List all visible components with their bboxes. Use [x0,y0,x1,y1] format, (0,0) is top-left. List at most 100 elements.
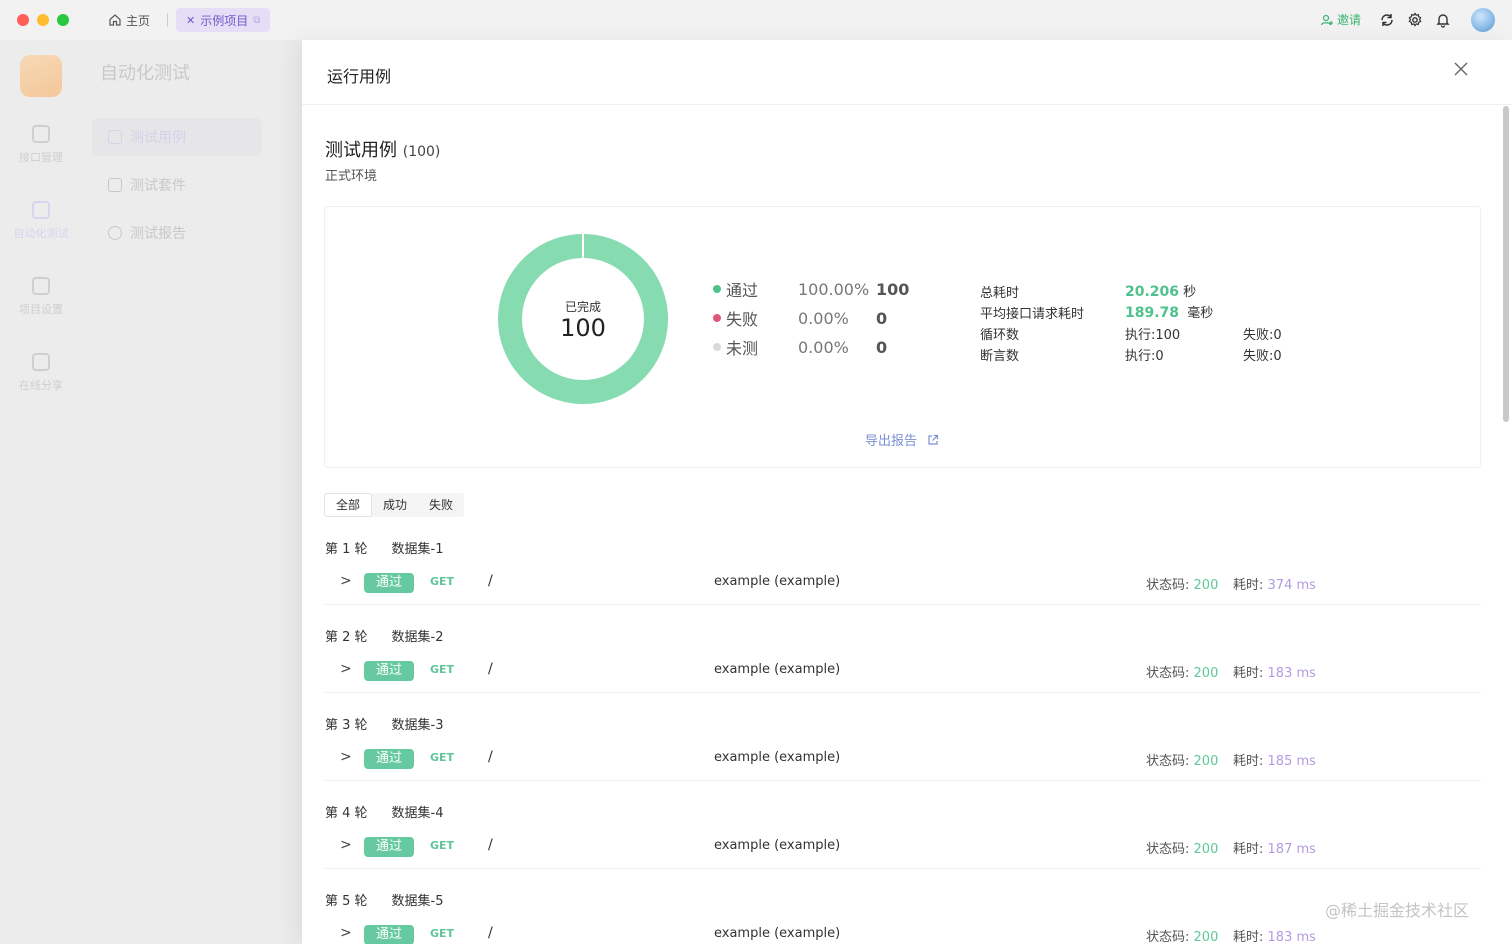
file-icon [108,130,122,144]
assert-fail: 失败:0 [1243,349,1282,364]
chevron-right-icon[interactable]: > [340,749,352,765]
rail-item-automation[interactable]: 自动化测试 [0,201,82,241]
loop-exec: 执行:100 [1125,328,1181,343]
sidebar-item-test-reports[interactable]: 测试报告 [92,214,262,252]
status-code: 状态码: 200 [1146,926,1218,944]
round-header: 第 1 轮 数据集-1 [325,538,444,557]
automation-icon [32,201,50,219]
request-path: / [488,837,493,853]
sidebar-item-test-suites[interactable]: 测试套件 [92,166,262,204]
round-number: 第 2 轮 [325,630,368,645]
close-tab-icon[interactable]: ✕ [186,14,195,27]
zoom-window-button[interactable] [57,14,69,26]
filter-failed[interactable]: 失败 [418,493,464,517]
rail-item-settings[interactable]: 项目设置 [0,277,82,317]
gear-icon[interactable] [1407,12,1423,28]
sync-icon[interactable] [1379,12,1395,28]
avatar[interactable] [1471,8,1495,32]
sidebar-item-label: 测试报告 [130,226,186,242]
request-path: / [488,573,493,589]
avg-time-label: 平均接口请求耗时 [980,307,1085,322]
legend-percent: 100.00% [798,279,870,299]
legend-name: 失败 [726,310,759,329]
round-number: 第 3 轮 [325,718,368,733]
http-method: GET [430,927,455,940]
drawer-header: 运行用例 [302,40,1512,105]
legend-name: 通过 [726,281,759,300]
home-tab[interactable]: 主页 [108,11,150,29]
close-icon [1454,62,1468,76]
chevron-right-icon[interactable]: > [340,573,352,589]
assert-exec: 执行:0 [1125,349,1164,364]
sidebar-item-test-cases[interactable]: 测试用例 [92,118,262,156]
minimize-window-button[interactable] [37,14,49,26]
elapsed-value: 183 ms [1267,930,1316,944]
invite-button[interactable]: 邀请 [1320,11,1361,28]
elapsed-value: 187 ms [1267,842,1316,857]
rail-item-label: 在线分享 [19,379,63,392]
api-icon [32,125,50,143]
untested-dot [713,343,721,351]
rail-item-label: 自动化测试 [13,227,69,240]
round-header: 第 2 轮 数据集-2 [325,626,444,645]
elapsed-label: 耗时: [1233,578,1264,593]
status-code-label: 状态码: [1146,754,1190,769]
case-row[interactable]: > 通过 GET / example (example) 状态码: 200 耗时… [324,649,1481,693]
sidebar-item-label: 测试用例 [130,130,186,146]
total-time-unit: 秒 [1183,285,1197,300]
section-title: 测试用例 (100) [325,136,440,162]
rail-item-label: 项目设置 [19,303,63,316]
http-method: GET [430,751,455,764]
case-row[interactable]: > 通过 GET / example (example) 状态码: 200 耗时… [324,825,1481,869]
elapsed-label: 耗时: [1233,754,1264,769]
chevron-right-icon[interactable]: > [340,837,352,853]
status-code-value: 200 [1193,754,1219,769]
scrollbar-thumb[interactable] [1503,106,1509,422]
dataset-name: 数据集-1 [391,542,444,557]
status-badge: 通过 [364,573,414,593]
round-header: 第 4 轮 数据集-4 [325,802,444,821]
case-name: example (example) [714,926,841,941]
case-row[interactable]: > 通过 GET / example (example) 状态码: 200 耗时… [324,561,1481,605]
export-report-label: 导出报告 [865,434,918,449]
tab-divider [167,13,168,27]
rail-item-share[interactable]: 在线分享 [0,353,82,393]
chevron-right-icon[interactable]: > [340,661,352,677]
elapsed-time: 耗时: 185 ms [1233,750,1316,769]
case-name: example (example) [714,574,841,589]
elapsed-label: 耗时: [1233,842,1264,857]
bell-icon[interactable] [1435,12,1451,28]
result-filter: 全部 成功 失败 [324,493,465,517]
round-header: 第 3 轮 数据集-3 [325,714,444,733]
close-window-button[interactable] [17,14,29,26]
http-method: GET [430,839,455,852]
status-badge: 通过 [364,837,414,857]
close-drawer-button[interactable] [1452,62,1470,80]
status-code: 状态码: 200 [1146,662,1218,681]
chevron-right-icon[interactable]: > [340,925,352,941]
project-tab[interactable]: ✕ 示例项目 ⧉ [176,8,271,32]
case-row[interactable]: > 通过 GET / example (example) 状态码: 200 耗时… [324,737,1481,781]
dataset-name: 数据集-4 [391,806,444,821]
section-title-text: 测试用例 [325,140,397,161]
legend-count: 0 [876,337,888,357]
request-path: / [488,661,493,677]
case-row[interactable]: > 通过 GET / example (example) 状态码: 200 耗时… [324,913,1481,944]
external-link-icon[interactable]: ⧉ [253,15,260,26]
export-report-link[interactable]: 导出报告 [865,430,939,449]
status-badge: 通过 [364,749,414,769]
status-code-value: 200 [1193,930,1219,944]
rail-item-api[interactable]: 接口管理 [0,125,82,165]
total-time-label: 总耗时 [980,286,1020,301]
legend-pass: 通过 100.00% 100 [713,278,909,300]
status-code-label: 状态码: [1146,578,1190,593]
filter-success[interactable]: 成功 [372,493,418,517]
pass-dot [713,285,721,293]
run-cases-drawer: 运行用例 测试用例 (100) 正式环境 已完成 100 通过 100.00% … [302,40,1512,944]
suite-icon [108,178,122,192]
external-link-icon [928,434,939,445]
avg-time-value: 189.78 毫秒 [1125,302,1213,321]
dataset-name: 数据集-2 [391,630,444,645]
section-count: (100) [402,144,441,160]
filter-all[interactable]: 全部 [324,493,373,517]
